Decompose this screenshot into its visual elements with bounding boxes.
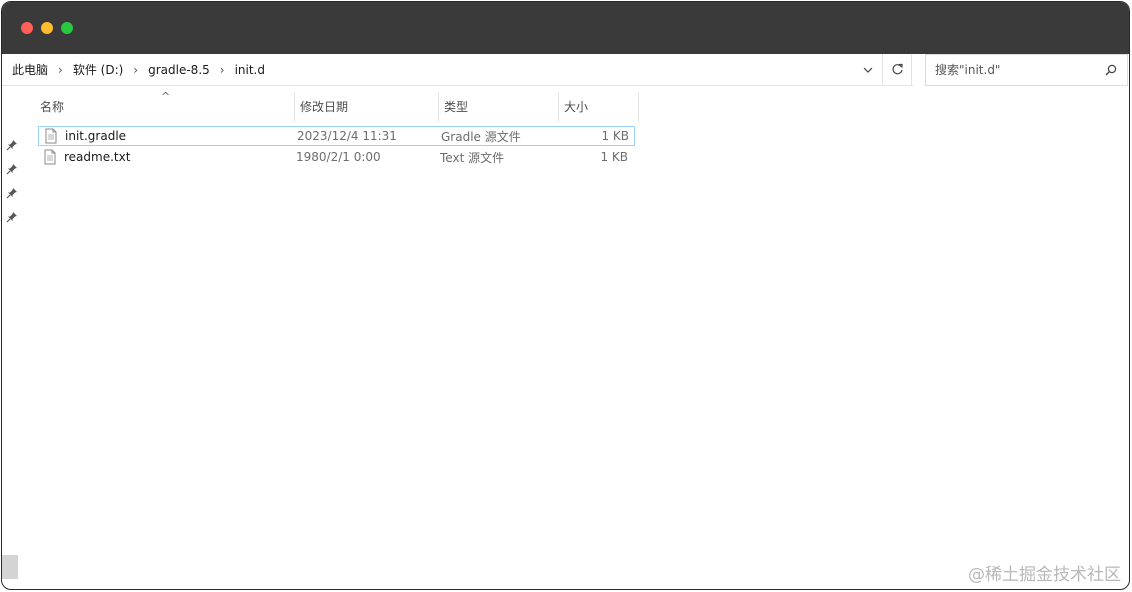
- column-header-label: 修改日期: [300, 100, 349, 114]
- column-header-label: 名称: [40, 100, 65, 114]
- pin-icon[interactable]: [6, 163, 18, 175]
- chevron-right-icon[interactable]: ›: [50, 63, 71, 77]
- file-date: 2023/12/4 11:31: [297, 129, 397, 143]
- refresh-button[interactable]: [882, 54, 912, 85]
- file-type: Gradle 源文件: [441, 129, 521, 144]
- navigation-scrollbar[interactable]: [2, 555, 18, 579]
- search-icon[interactable]: [1101, 64, 1121, 76]
- column-header-date[interactable]: 修改日期: [295, 92, 439, 122]
- navigation-pane: [2, 87, 22, 587]
- maximize-button[interactable]: [61, 22, 73, 34]
- file-row[interactable]: readme.txt 1980/2/1 0:00 Text 源文件 1 KB: [38, 147, 635, 167]
- chevron-down-icon: [863, 67, 873, 73]
- explorer-window: 此电脑 › 软件 (D:) › gradle-8.5 › init.d ^ 名称: [1, 1, 1130, 590]
- file-name: readme.txt: [64, 150, 131, 164]
- search-box[interactable]: [925, 54, 1128, 86]
- search-input[interactable]: [926, 62, 1101, 78]
- refresh-icon: [891, 63, 903, 75]
- column-headers: ^ 名称 修改日期 类型 大小: [35, 90, 639, 124]
- minimize-button[interactable]: [41, 22, 53, 34]
- address-bar[interactable]: 此电脑 › 软件 (D:) › gradle-8.5 › init.d: [2, 54, 913, 86]
- file-icon: [45, 128, 57, 144]
- file-type: Text 源文件: [440, 150, 505, 165]
- breadcrumb: 此电脑 › 软件 (D:) › gradle-8.5 › init.d: [2, 54, 913, 85]
- address-history-button[interactable]: [855, 54, 881, 85]
- file-icon: [44, 149, 56, 165]
- pin-icon[interactable]: [6, 187, 18, 199]
- sort-ascending-icon: ^: [161, 90, 171, 103]
- column-header-size[interactable]: 大小: [559, 92, 639, 122]
- column-header-type[interactable]: 类型: [439, 92, 559, 122]
- pin-icon[interactable]: [6, 211, 18, 223]
- file-size: 1 KB: [601, 129, 629, 143]
- breadcrumb-gradle[interactable]: gradle-8.5: [146, 63, 212, 77]
- file-row[interactable]: init.gradle 2023/12/4 11:31 Gradle 源文件 1…: [38, 126, 635, 146]
- column-header-label: 类型: [444, 100, 469, 114]
- breadcrumb-this-pc[interactable]: 此电脑: [10, 61, 50, 78]
- title-bar[interactable]: [2, 2, 1129, 54]
- chevron-right-icon[interactable]: ›: [125, 63, 146, 77]
- column-header-name[interactable]: ^ 名称: [35, 90, 295, 122]
- file-size: 1 KB: [600, 150, 628, 164]
- pin-icon[interactable]: [6, 139, 18, 151]
- file-name: init.gradle: [65, 129, 127, 143]
- file-date: 1980/2/1 0:00: [296, 150, 381, 164]
- breadcrumb-drive-d[interactable]: 软件 (D:): [71, 61, 125, 78]
- breadcrumb-init-d[interactable]: init.d: [233, 63, 267, 77]
- close-button[interactable]: [21, 22, 33, 34]
- watermark: @稀土掘金技术社区: [968, 565, 1121, 585]
- column-header-label: 大小: [564, 100, 589, 114]
- chevron-right-icon[interactable]: ›: [212, 63, 233, 77]
